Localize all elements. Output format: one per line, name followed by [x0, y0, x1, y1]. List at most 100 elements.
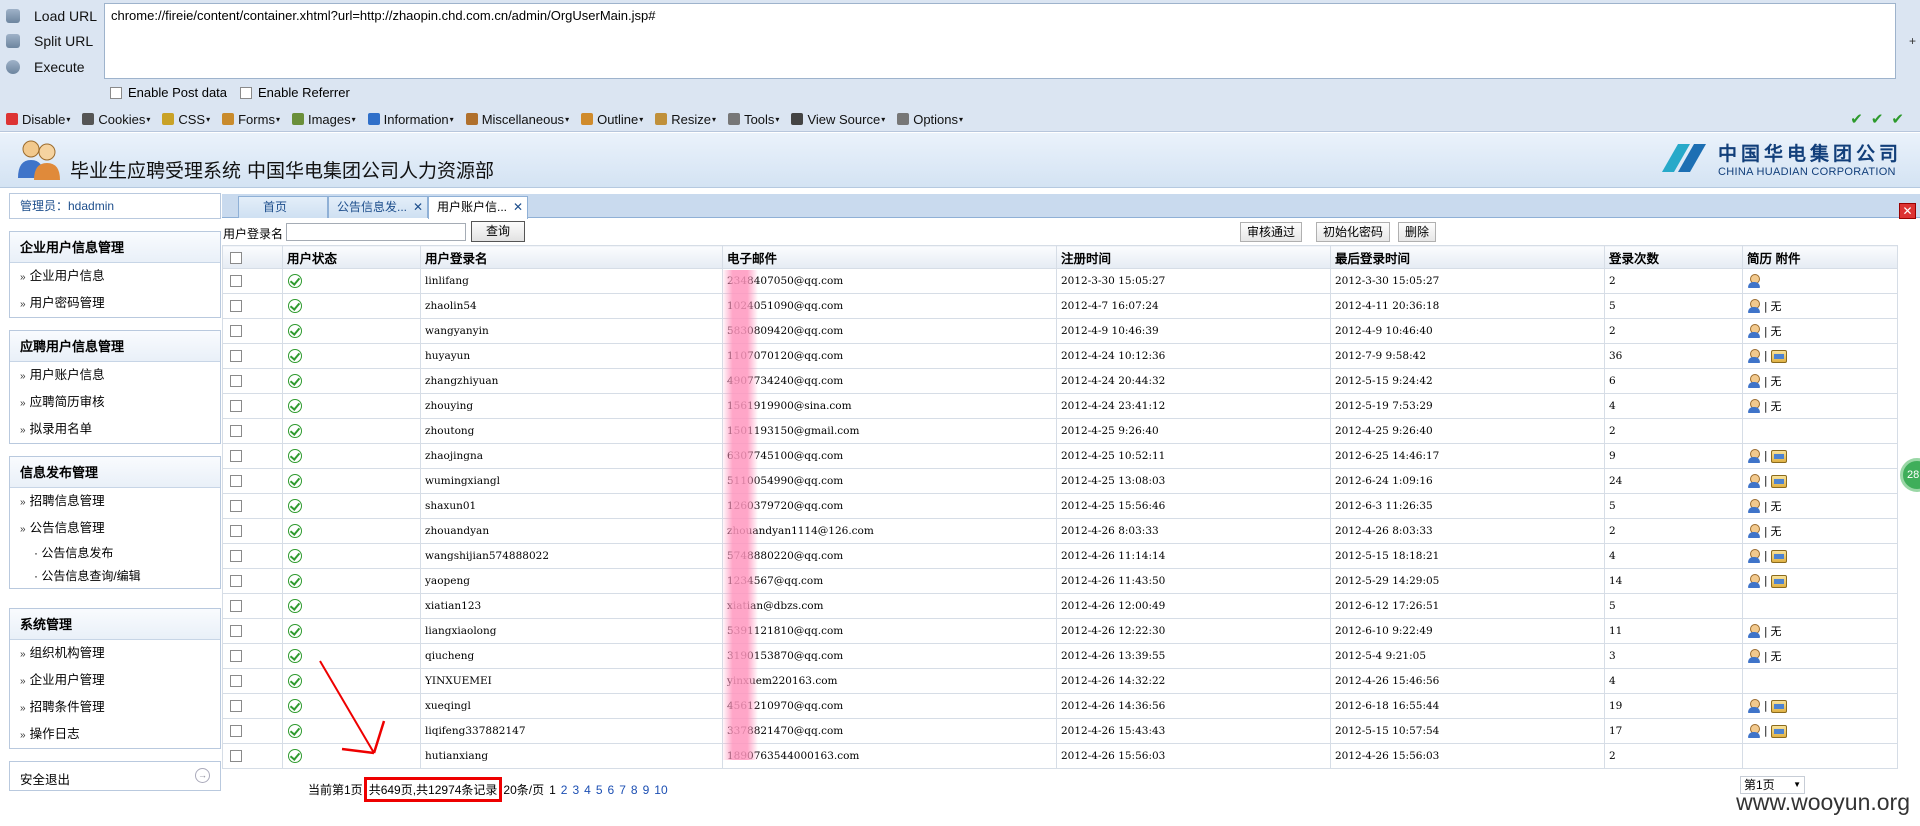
table-row[interactable]: liqifeng337882147 3378821470@qq.com 2012-4… [222, 718, 1898, 744]
select-all-header[interactable] [222, 245, 283, 269]
toolbar-menu-7[interactable]: Outline ▾ [581, 112, 643, 127]
section-title[interactable]: 应聘用户信息管理 [10, 331, 220, 362]
tab-announcement[interactable]: 公告信息发... ✕ [328, 196, 428, 218]
table-row[interactable]: linlifang 2348407050@qq.com 2012-3-30 15:0… [222, 268, 1898, 294]
sidebar-item-enterprise-user-mgmt[interactable]: » 企业用户管理 [10, 667, 220, 694]
logout-button[interactable]: 安全退出 → [9, 761, 221, 791]
toolbar-menu-4[interactable]: Images ▾ [291, 112, 356, 127]
row-checkbox[interactable] [230, 525, 242, 537]
sidebar-item-logs[interactable]: » 操作日志 [10, 721, 220, 748]
row-select-cell[interactable] [222, 643, 283, 669]
table-row[interactable]: zhouying 1561919900@sina.com 2012-4-24 23:… [222, 393, 1898, 419]
page-link[interactable]: 2 [561, 783, 568, 797]
section-title[interactable]: 企业用户信息管理 [10, 232, 220, 263]
row-checkbox[interactable] [230, 500, 242, 512]
sidebar-item-resume-review[interactable]: » 应聘简历审核 [10, 389, 220, 416]
toolbar-menu-11[interactable]: Options ▾ [897, 112, 963, 127]
sidebar-item-recruit-info[interactable]: » 招聘信息管理 [10, 488, 220, 515]
page-link[interactable]: 3 [572, 783, 579, 797]
page-link[interactable]: 8 [631, 783, 638, 797]
attachment-icon[interactable] [1770, 474, 1787, 488]
row-select-cell[interactable] [222, 418, 283, 444]
row-select-cell[interactable] [222, 468, 283, 494]
enable-post-checkbox[interactable]: Enable Post data [110, 85, 227, 100]
row-checkbox[interactable] [230, 375, 242, 387]
page-link[interactable]: 7 [619, 783, 626, 797]
toolbar-menu-9[interactable]: Tools ▾ [728, 112, 779, 127]
select-all-checkbox[interactable] [230, 251, 242, 264]
attachment-icon[interactable] [1770, 449, 1787, 463]
sidebar-subitem-publish[interactable]: · 公告信息发布 [10, 542, 220, 565]
section-title[interactable]: 系统管理 [10, 609, 220, 640]
close-icon[interactable]: ✕ [513, 197, 523, 217]
table-row[interactable]: liangxiaolong 5391121810@qq.com 2012-4-26 … [222, 618, 1898, 644]
page-link[interactable]: 9 [643, 783, 650, 797]
table-row[interactable]: zhaojingna 6307745100@qq.com 2012-4-25 10:… [222, 443, 1898, 469]
sidebar-item-hire-list[interactable]: » 拟录用名单 [10, 416, 220, 443]
row-select-cell[interactable] [222, 518, 283, 544]
toolbar-menu-2[interactable]: CSS ▾ [162, 112, 210, 127]
row-checkbox[interactable] [230, 275, 242, 287]
reset-password-button[interactable]: 初始化密码 [1316, 222, 1391, 242]
resume-icon[interactable] [1747, 624, 1761, 639]
row-select-cell[interactable] [222, 293, 283, 319]
row-checkbox[interactable] [230, 650, 242, 662]
toolbar-menu-1[interactable]: Cookies ▾ [82, 112, 150, 127]
row-select-cell[interactable] [222, 618, 283, 644]
expand-plus-icon[interactable]: + [1909, 34, 1916, 48]
approve-button[interactable]: 审核通过 [1240, 222, 1303, 242]
page-link[interactable]: 4 [584, 783, 591, 797]
row-select-cell[interactable] [222, 493, 283, 519]
resume-icon[interactable] [1747, 348, 1761, 364]
resume-icon[interactable] [1747, 273, 1761, 289]
sidebar-item-enterprise-users[interactable]: » 企业用户信息 [10, 263, 220, 290]
row-select-cell[interactable] [222, 343, 283, 369]
page-link[interactable]: 6 [608, 783, 615, 797]
row-select-cell[interactable] [222, 543, 283, 569]
search-button[interactable]: 查询 [471, 221, 525, 242]
delete-button[interactable]: 删除 [1398, 222, 1437, 242]
url-textarea[interactable]: chrome://fireie/content/container.xhtml?… [104, 3, 1896, 79]
table-row[interactable]: yaopeng 1234567@qq.com 2012-4-26 11:43:50 2… [222, 568, 1898, 594]
page-link[interactable]: 5 [596, 783, 603, 797]
row-checkbox[interactable] [230, 400, 242, 412]
sidebar-item-recruit-conditions[interactable]: » 招聘条件管理 [10, 694, 220, 721]
toolbar-menu-8[interactable]: Resize ▾ [655, 112, 716, 127]
resume-icon[interactable] [1747, 499, 1761, 514]
attachment-icon[interactable] [1770, 349, 1787, 363]
table-row[interactable]: xueqingl 4561210970@qq.com 2012-4-26 14:36… [222, 693, 1898, 719]
row-checkbox[interactable] [230, 450, 242, 462]
row-checkbox[interactable] [230, 700, 242, 712]
row-select-cell[interactable] [222, 268, 283, 294]
table-row[interactable]: zhoutong 1501193150@gmail.com 2012-4-25 9:… [222, 418, 1898, 444]
row-checkbox[interactable] [230, 300, 242, 312]
attachment-icon[interactable] [1770, 699, 1787, 713]
attachment-icon[interactable] [1770, 574, 1787, 588]
sidebar-item-org[interactable]: » 组织机构管理 [10, 640, 220, 667]
row-checkbox[interactable] [230, 725, 242, 737]
page-link[interactable]: 1 [549, 783, 556, 797]
sidebar-item-announcements[interactable]: » 公告信息管理 [10, 515, 220, 542]
login-name-input[interactable] [286, 223, 466, 241]
execute-button[interactable]: Execute [6, 59, 85, 75]
row-select-cell[interactable] [222, 668, 283, 694]
table-row[interactable]: YINXUEMEI yinxuem220163.com 2012-4-26 14:3… [222, 668, 1898, 694]
page-link[interactable]: 10 [654, 783, 667, 797]
table-row[interactable]: wumingxiangl 5110054990@qq.com 2012-4-25 1… [222, 468, 1898, 494]
resume-icon[interactable] [1747, 524, 1761, 539]
resume-icon[interactable] [1747, 649, 1761, 664]
row-select-cell[interactable] [222, 318, 283, 344]
attachment-icon[interactable] [1770, 724, 1787, 738]
resume-icon[interactable] [1747, 448, 1761, 464]
row-select-cell[interactable] [222, 693, 283, 719]
resume-icon[interactable] [1747, 723, 1761, 739]
table-row[interactable]: zhouandyan zhouandyan1114@126.com 2012-4-2… [222, 518, 1898, 544]
row-select-cell[interactable] [222, 393, 283, 419]
table-row[interactable]: shaxun01 1260379720@qq.com 2012-4-25 15:56… [222, 493, 1898, 519]
tab-home[interactable]: 首页 [238, 196, 328, 218]
row-select-cell[interactable] [222, 368, 283, 394]
split-url-button[interactable]: Split URL [6, 33, 93, 49]
load-url-button[interactable]: Load URL [6, 8, 97, 24]
row-checkbox[interactable] [230, 550, 242, 562]
table-row[interactable]: hutianxiang 1890763544000163.com 2012-4-26… [222, 743, 1898, 769]
